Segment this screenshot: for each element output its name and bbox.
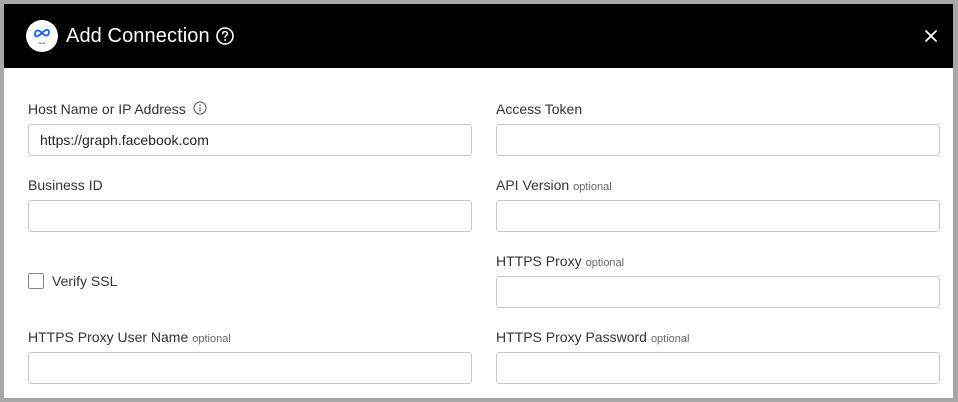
api-version-input[interactable] [496, 200, 940, 232]
api-version-label: API Version optional [496, 177, 612, 196]
https-proxy-label: HTTPS Proxy optional [496, 253, 624, 272]
proxy-user-input[interactable] [28, 352, 472, 384]
verify-ssl-checkbox[interactable] [28, 273, 44, 289]
logo-caption: Meta [38, 41, 46, 45]
https-proxy-label-text: HTTPS Proxy [496, 253, 582, 269]
proxy-password-input[interactable] [496, 352, 940, 384]
verify-ssl-label[interactable]: Verify SSL [52, 273, 117, 289]
optional-tag: optional [650, 333, 690, 345]
help-circle-icon[interactable] [215, 26, 235, 46]
host-label: Host Name or IP Address [28, 101, 186, 117]
access-token-input[interactable] [496, 124, 940, 156]
https-proxy-input[interactable] [496, 276, 940, 308]
api-version-label-text: API Version [496, 177, 570, 193]
dialog-header: Meta Add Connection [4, 4, 953, 68]
proxy-user-label: HTTPS Proxy User Name optional [28, 329, 231, 348]
business-id-input[interactable] [28, 200, 472, 232]
proxy-password-label: HTTPS Proxy Password optional [496, 329, 689, 348]
proxy-user-label-text: HTTPS Proxy User Name [28, 329, 189, 345]
optional-tag: optional [192, 333, 231, 345]
business-id-label: Business ID [28, 177, 103, 193]
close-icon[interactable] [924, 29, 938, 43]
info-circle-icon[interactable] [193, 101, 207, 115]
host-input[interactable] [28, 124, 472, 156]
meta-logo-icon: Meta [26, 20, 58, 52]
optional-tag: optional [585, 257, 625, 269]
verify-ssl-control[interactable]: Verify SSL [28, 272, 117, 290]
proxy-password-label-text: HTTPS Proxy Password [496, 329, 647, 345]
dialog-title: Add Connection [66, 25, 210, 47]
add-connection-dialog: Meta Add Connection Host Name or IP Addr… [0, 0, 958, 402]
access-token-label: Access Token [496, 101, 583, 117]
optional-tag: optional [573, 181, 612, 193]
